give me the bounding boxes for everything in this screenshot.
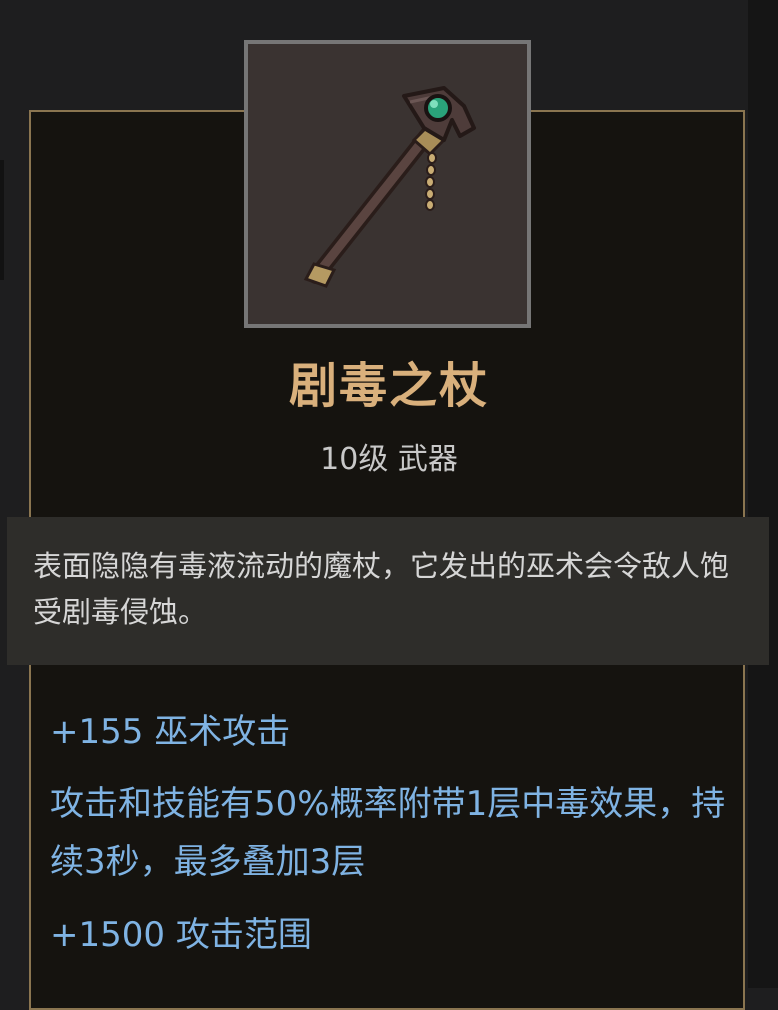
item-name: 剧毒之杖 <box>288 358 489 414</box>
stat-attack-range: +1500 攻击范围 <box>50 915 312 955</box>
stat-witchcraft-attack: +155 巫术攻击 <box>50 712 291 752</box>
item-icon-frame <box>244 40 531 328</box>
poison-staff-icon <box>303 86 476 288</box>
background-strip <box>748 0 778 988</box>
stat-poison-effect: 攻击和技能有50%概率附带1层中毒效果，持续3秒，最多叠加3层 <box>50 784 726 882</box>
item-description: 表面隐隐有毒液流动的魔杖，它发出的巫术会令敌人饱受剧毒侵蚀。 <box>33 549 730 629</box>
background-edge <box>0 160 4 280</box>
item-level-type: 10级 武器 <box>320 442 458 477</box>
item-description-box: 表面隐隐有毒液流动的魔杖，它发出的巫术会令敌人饱受剧毒侵蚀。 <box>7 517 769 665</box>
